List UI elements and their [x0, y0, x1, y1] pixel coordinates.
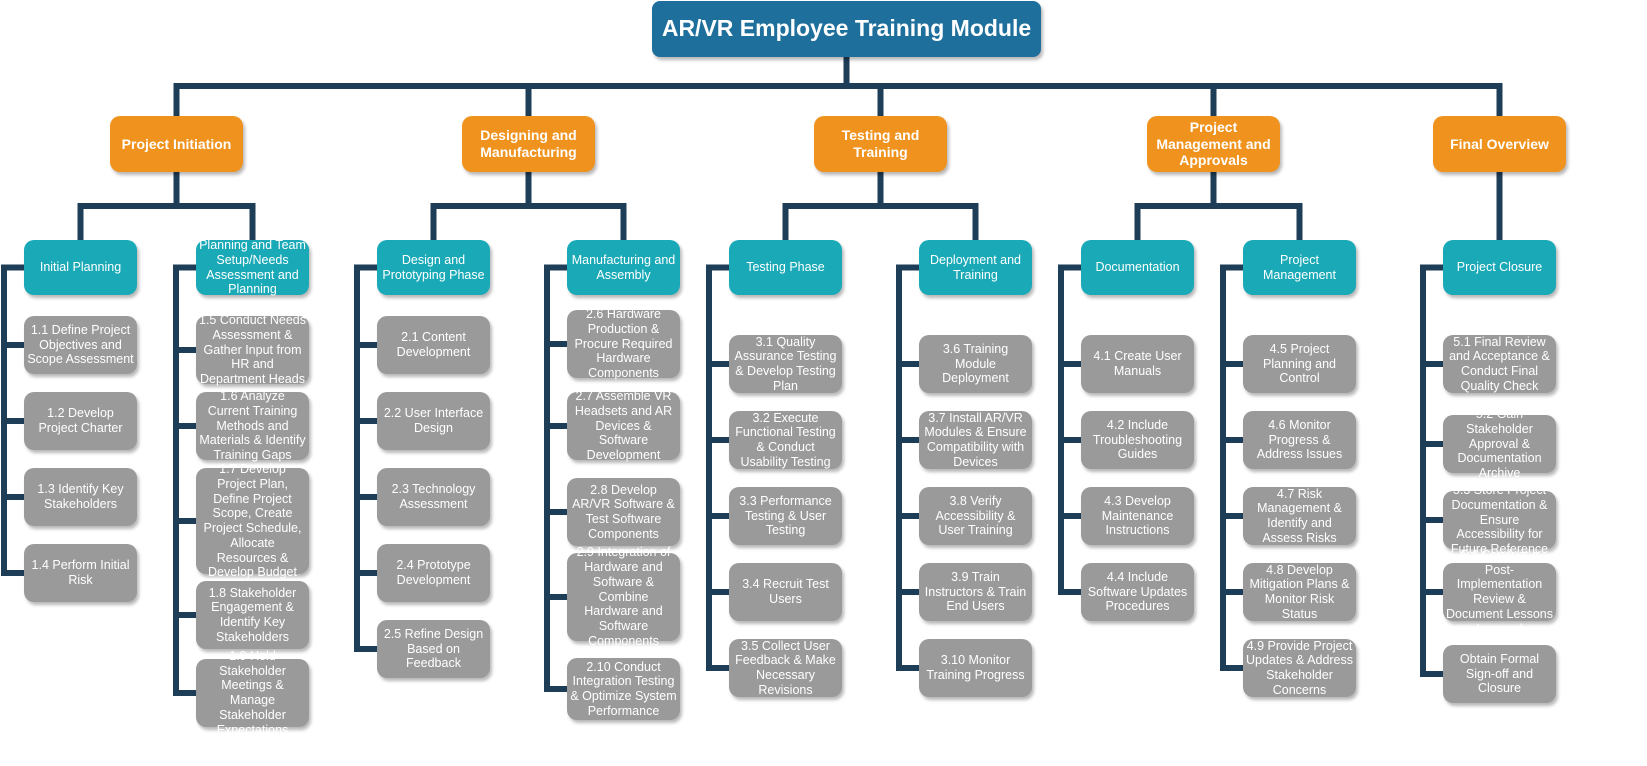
group-initial-planning: Initial Planning: [24, 240, 137, 295]
phase-project-management-and-approvals: Project Management and Approvals: [1147, 116, 1280, 172]
task-item: 2.2 User Interface Design: [377, 392, 490, 450]
task-item: 1.6 Analyze Current Training Methods and…: [196, 389, 309, 462]
group-manufacturing-and-assembly: Manufacturing and Assembly: [567, 240, 680, 295]
task-item: 3.7 Install AR/VR Modules & Ensure Compa…: [919, 411, 1032, 469]
task-item: 1.8 Stakeholder Engagement & Identify Ke…: [196, 581, 309, 649]
group-deployment-and-training: Deployment and Training: [919, 240, 1032, 295]
task-item: 1.4 Perform Initial Risk: [24, 544, 137, 602]
group-testing-phase: Testing Phase: [729, 240, 842, 295]
task-item: 3.9 Train Instructors & Train End Users: [919, 563, 1032, 621]
task-item: 5.3 Store Project Documentation & Ensure…: [1443, 483, 1556, 556]
task-item: 3.5 Collect User Feedback & Make Necessa…: [729, 639, 842, 697]
task-item: 2.7 Assemble VR Headsets and AR Devices …: [567, 389, 680, 462]
task-item: 5.4 Conduct a Post-Implementation Review…: [1443, 548, 1556, 636]
task-item: 4.6 Monitor Progress & Address Issues: [1243, 411, 1356, 469]
task-item: 2.10 Conduct Integration Testing & Optim…: [567, 658, 680, 720]
group-project-management: Project Management: [1243, 240, 1356, 295]
task-item: 3.2 Execute Functional Testing & Conduct…: [729, 411, 842, 469]
task-item: 1.3 Identify Key Stakeholders: [24, 468, 137, 526]
task-item: Obtain Formal Sign-off and Closure: [1443, 645, 1556, 703]
task-item: 2.1 Content Development: [377, 316, 490, 374]
task-item: 3.8 Verify Accessibility & User Training: [919, 487, 1032, 545]
task-item: 3.3 Performance Testing & User Testing: [729, 487, 842, 545]
task-item: 1.5 Conduct Needs Assessment & Gather In…: [196, 313, 309, 386]
group-project-closure: Project Closure: [1443, 240, 1556, 295]
task-item: 2.3 Technology Assessment: [377, 468, 490, 526]
task-item: 4.8 Develop Mitigation Plans & Monitor R…: [1243, 563, 1356, 621]
task-item: 4.3 Develop Maintenance Instructions: [1081, 487, 1194, 545]
task-item: 4.5 Project Planning and Control: [1243, 335, 1356, 393]
task-item: 2.6 Hardware Production & Procure Requir…: [567, 307, 680, 380]
task-item: 1.7 Develop Project Plan, Define Project…: [196, 462, 309, 579]
task-item: 2.8 Develop AR/VR Software & Test Softwa…: [567, 478, 680, 546]
task-item: 3.4 Recruit Test Users: [729, 563, 842, 621]
phase-project-initiation: Project Initiation: [110, 116, 243, 172]
task-item: 1.2 Develop Project Charter: [24, 392, 137, 450]
task-item: 4.4 Include Software Updates Procedures: [1081, 563, 1194, 621]
task-item: 1.9 Hold Stakeholder Meetings & Manage S…: [196, 649, 309, 737]
task-item: 5.1 Final Review and Acceptance & Conduc…: [1443, 335, 1556, 393]
task-item: 3.6 Training Module Deployment: [919, 335, 1032, 393]
phase-final-overview: Final Overview: [1433, 116, 1566, 172]
task-item: 4.2 Include Troubleshooting Guides: [1081, 411, 1194, 469]
task-item: 4.1 Create User Manuals: [1081, 335, 1194, 393]
task-item: 2.9 Integration of Hardware and Software…: [567, 545, 680, 648]
group-documentation: Documentation: [1081, 240, 1194, 295]
task-item: 1.1 Define Project Objectives and Scope …: [24, 316, 137, 374]
task-item: 2.5 Refine Design Based on Feedback: [377, 620, 490, 678]
phase-testing-and-training: Testing and Training: [814, 116, 947, 172]
root-title: AR/VR Employee Training Module: [652, 1, 1041, 57]
task-item: 5.2 Gain Stakeholder Approval & Document…: [1443, 407, 1556, 480]
task-item: 3.10 Monitor Training Progress: [919, 639, 1032, 697]
task-item: 4.7 Risk Management & Identify and Asses…: [1243, 487, 1356, 545]
task-item: 4.9 Provide Project Updates & Address St…: [1243, 639, 1356, 697]
task-item: 3.1 Quality Assurance Testing & Develop …: [729, 335, 842, 393]
task-item: 2.4 Prototype Development: [377, 544, 490, 602]
group-planning-and-team-setup-needs-assessment-and-planning: Planning and Team Setup/Needs Assessment…: [196, 238, 309, 296]
phase-designing-and-manufacturing: Designing and Manufacturing: [462, 116, 595, 172]
group-design-and-prototyping-phase: Design and Prototyping Phase: [377, 240, 490, 295]
